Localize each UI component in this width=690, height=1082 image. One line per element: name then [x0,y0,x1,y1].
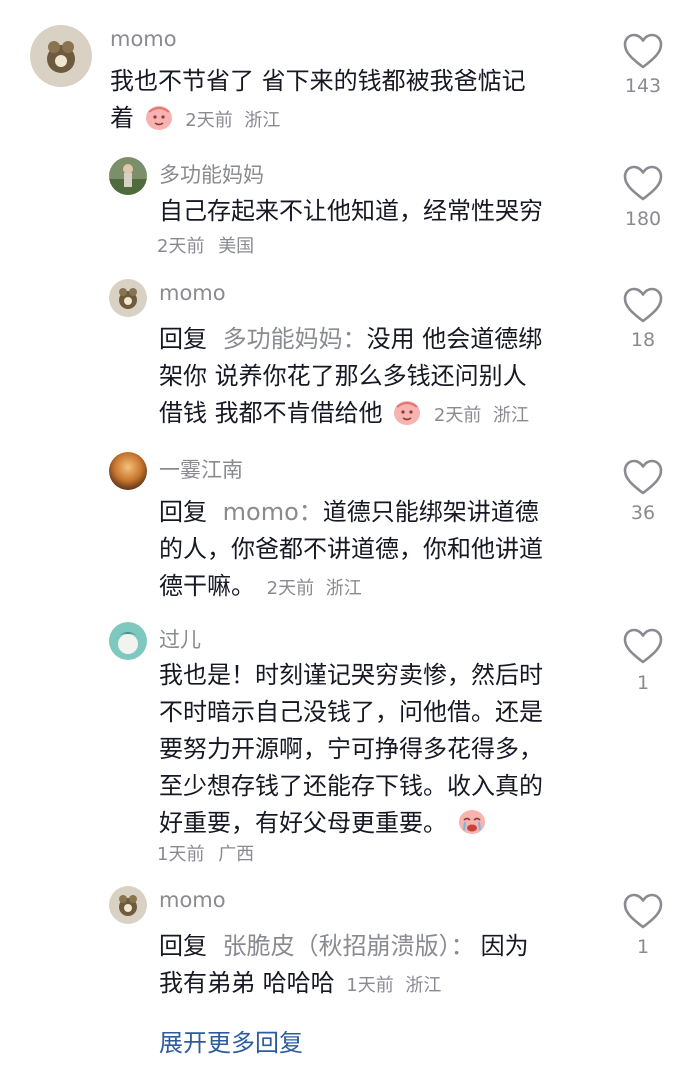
username[interactable]: momo [159,281,226,305]
heart-outline-icon[interactable] [622,458,664,496]
crying-face-icon [458,810,485,834]
username[interactable]: momo [110,27,177,51]
comment-text-line: 借钱 我都不肯借给他 [159,399,383,427]
comment-text-line: 不时暗示自己没钱了，问他借。还是 [159,698,543,726]
like-count: 18 [630,329,656,351]
sheep-sticker-icon [393,400,422,426]
heart-outline-icon[interactable] [622,892,664,930]
reply-target-user[interactable]: 张脆皮（秋招崩溃版）： [223,932,475,960]
heart-outline-icon[interactable] [622,286,664,324]
comment-text: 回复 多功能妈妈：没用 他会道德绑 架你 说养你花了那么多钱还问别人 借钱 我都… [159,321,599,434]
comment-text: 我也是！时刻谨记哭穷卖惨，然后时 不时暗示自己没钱了，问他借。还是 要努力开源啊… [159,657,599,842]
comment-text-line: 自己存起来不让他知道，经常性哭穷 [159,197,543,225]
reply-target-user[interactable]: 多功能妈妈： [223,325,367,353]
comment-text-line: 好重要，有好父母更重要。 [159,809,447,837]
like-count: 143 [624,75,662,97]
comment-text: 自己存起来不让他知道，经常性哭穷 [159,193,589,230]
comment-time: 2天前 [157,236,205,257]
comment-location: 美国 [218,236,255,257]
comment-location: 浙江 [493,405,530,426]
comment-location: 浙江 [325,578,362,599]
username[interactable]: 过儿 [159,624,201,654]
sheep-sticker-icon [144,105,173,131]
username[interactable]: 多功能妈妈 [159,159,264,189]
comment-text-line: 的人，你爸都不讲道德，你和他讲道 [159,535,543,563]
avatar[interactable] [109,157,147,195]
comment-location: 浙江 [244,110,281,131]
comment-time: 2天前 [266,578,315,599]
like-count: 1 [636,936,650,958]
avatar[interactable] [109,452,147,490]
username[interactable]: momo [159,888,226,912]
expand-more-replies-link[interactable]: 展开更多回复 [159,1023,303,1058]
username[interactable]: 一霎江南 [159,454,243,484]
avatar[interactable] [109,886,147,924]
comment-time: 1天前 [157,844,205,865]
comment-time: 2天前 [433,405,482,426]
comment-text-line: 我也是！时刻谨记哭穷卖惨，然后时 [159,661,543,689]
avatar[interactable] [109,622,147,660]
avatar[interactable] [109,279,147,317]
comment-location: 浙江 [405,975,442,996]
comment-text: 回复 张脆皮（秋招崩溃版）： 因为 我有弟弟 哈哈哈 1天前 浙江 [159,928,599,1004]
comment-time: 1天前 [346,975,394,996]
comment-text-line: 因为 [480,932,529,960]
like-count: 36 [630,502,656,524]
comment-text-line: 没用 他会道德绑 [366,325,543,353]
comment-text-line: 要努力开源啊，宁可挣得多花得多， [159,735,543,763]
comment-location: 广西 [218,844,255,865]
heart-outline-icon[interactable] [622,627,664,665]
comment-meta: 2天前 美国 [157,232,254,258]
heart-outline-icon[interactable] [622,164,664,202]
heart-outline-icon[interactable] [622,32,664,70]
reply-label: 回复 [159,498,207,526]
comment-text-line: 我有弟弟 哈哈哈 [159,969,335,997]
reply-label: 回复 [159,325,207,353]
comment-text-line: 道德只能绑架讲道德 [322,498,539,526]
comment-text-line: 着 [110,104,134,132]
reply-target-user[interactable]: momo： [223,498,323,526]
comment-text: 回复 momo：道德只能绑架讲道德 的人，你爸都不讲道德，你和他讲道 德干嘛。 … [159,494,599,607]
comment-text: 我也不节省了 省下来的钱都被我爸惦记 着 2天前 浙江 [110,63,590,139]
like-count: 1 [636,672,650,694]
like-count: 180 [624,208,662,230]
comment-meta: 1天前 广西 [157,840,254,866]
comment-text-line: 至少想存钱了还能存下钱。收入真的 [159,772,543,800]
comment-text-line: 德干嘛。 [159,572,255,600]
comment-text-line: 我也不节省了 省下来的钱都被我爸惦记 [110,67,526,95]
comment-text-line: 架你 说养你花了那么多钱还问别人 [159,362,527,390]
reply-label: 回复 [159,932,207,960]
comment-time: 2天前 [185,110,233,131]
avatar[interactable] [30,25,92,87]
